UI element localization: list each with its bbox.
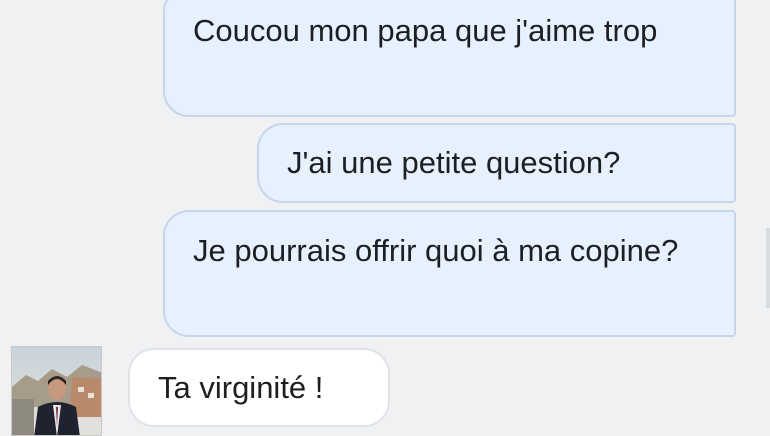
sent-message-bubble[interactable]: J'ai une petite question? <box>257 123 736 203</box>
sent-message-bubble[interactable]: Je pourrais offrir quoi à ma copine? <box>163 210 736 337</box>
message-text: Je pourrais offrir quoi à ma copine? <box>193 233 679 268</box>
scrollbar[interactable] <box>766 228 770 308</box>
contact-photo-icon <box>12 347 101 435</box>
contact-avatar[interactable] <box>11 346 102 436</box>
message-text: Ta virginité ! <box>158 369 324 405</box>
received-message-bubble[interactable]: Ta virginité ! <box>128 348 390 427</box>
message-text: Coucou mon papa que j'aime trop <box>193 13 658 48</box>
sent-message-bubble[interactable]: Coucou mon papa que j'aime trop <box>163 0 736 117</box>
message-text: J'ai une petite question? <box>287 145 621 180</box>
